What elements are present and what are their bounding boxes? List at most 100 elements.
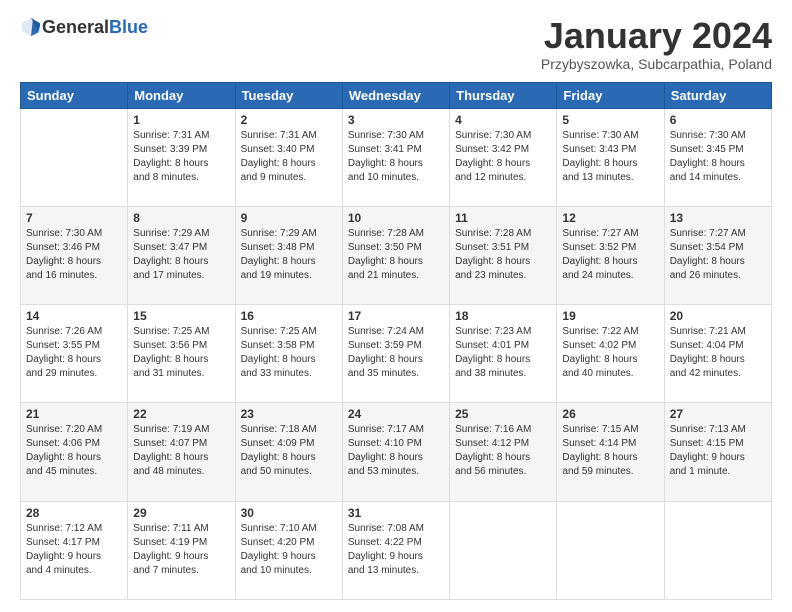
day-number: 9 [241, 211, 337, 225]
header-row: SundayMondayTuesdayWednesdayThursdayFrid… [21, 82, 772, 108]
day-info: Sunrise: 7:30 AM Sunset: 3:46 PM Dayligh… [26, 227, 122, 283]
day-info: Sunrise: 7:23 AM Sunset: 4:01 PM Dayligh… [455, 325, 551, 381]
day-cell: 9 Sunrise: 7:29 AM Sunset: 3:48 PM Daylig… [235, 206, 342, 304]
week-row-1: 7 Sunrise: 7:30 AM Sunset: 3:46 PM Daylig… [21, 206, 772, 304]
day-number: 25 [455, 407, 551, 421]
logo-text: GeneralBlue [20, 16, 148, 38]
col-header-monday: Monday [128, 82, 235, 108]
day-number: 11 [455, 211, 551, 225]
week-row-4: 28 Sunrise: 7:12 AM Sunset: 4:17 PM Dayli… [21, 501, 772, 599]
day-cell: 7 Sunrise: 7:30 AM Sunset: 3:46 PM Daylig… [21, 206, 128, 304]
day-number: 3 [348, 113, 444, 127]
day-number: 6 [670, 113, 766, 127]
day-cell: 27 Sunrise: 7:13 AM Sunset: 4:15 PM Dayli… [664, 403, 771, 501]
day-info: Sunrise: 7:13 AM Sunset: 4:15 PM Dayligh… [670, 423, 766, 479]
day-cell [557, 501, 664, 599]
day-cell: 19 Sunrise: 7:22 AM Sunset: 4:02 PM Dayli… [557, 305, 664, 403]
day-number: 1 [133, 113, 229, 127]
day-number: 2 [241, 113, 337, 127]
day-cell: 25 Sunrise: 7:16 AM Sunset: 4:12 PM Dayli… [450, 403, 557, 501]
day-cell: 11 Sunrise: 7:28 AM Sunset: 3:51 PM Dayli… [450, 206, 557, 304]
day-info: Sunrise: 7:29 AM Sunset: 3:47 PM Dayligh… [133, 227, 229, 283]
day-cell: 13Sunrise: 7:27 AM Sunset: 3:54 PM Dayli… [664, 206, 771, 304]
subtitle: Przybyszowka, Subcarpathia, Poland [541, 56, 772, 72]
week-row-2: 14 Sunrise: 7:26 AM Sunset: 3:55 PM Dayli… [21, 305, 772, 403]
day-info: Sunrise: 7:30 AM Sunset: 3:42 PM Dayligh… [455, 129, 551, 185]
day-number: 4 [455, 113, 551, 127]
day-number: 19 [562, 309, 658, 323]
day-number: 30 [241, 506, 337, 520]
day-info: Sunrise: 7:22 AM Sunset: 4:02 PM Dayligh… [562, 325, 658, 381]
day-number: 31 [348, 506, 444, 520]
day-number: 27 [670, 407, 766, 421]
day-cell: 20Sunrise: 7:21 AM Sunset: 4:04 PM Dayli… [664, 305, 771, 403]
day-info: Sunrise: 7:10 AM Sunset: 4:20 PM Dayligh… [241, 522, 337, 578]
day-number: 12 [562, 211, 658, 225]
day-info: Sunrise: 7:19 AM Sunset: 4:07 PM Dayligh… [133, 423, 229, 479]
col-header-saturday: Saturday [664, 82, 771, 108]
logo-icon [20, 16, 42, 38]
day-cell: 24Sunrise: 7:17 AM Sunset: 4:10 PM Dayli… [342, 403, 449, 501]
day-number: 22 [133, 407, 229, 421]
day-info: Sunrise: 7:28 AM Sunset: 3:51 PM Dayligh… [455, 227, 551, 283]
day-number: 8 [133, 211, 229, 225]
day-cell: 28 Sunrise: 7:12 AM Sunset: 4:17 PM Dayli… [21, 501, 128, 599]
day-info: Sunrise: 7:12 AM Sunset: 4:17 PM Dayligh… [26, 522, 122, 578]
day-number: 10 [348, 211, 444, 225]
day-number: 29 [133, 506, 229, 520]
logo: GeneralBlue [20, 16, 148, 38]
day-cell: 21 Sunrise: 7:20 AM Sunset: 4:06 PM Dayli… [21, 403, 128, 501]
day-number: 15 [133, 309, 229, 323]
day-info: Sunrise: 7:08 AM Sunset: 4:22 PM Dayligh… [348, 522, 444, 578]
day-info: Sunrise: 7:25 AM Sunset: 3:58 PM Dayligh… [241, 325, 337, 381]
day-number: 21 [26, 407, 122, 421]
day-info: Sunrise: 7:11 AM Sunset: 4:19 PM Dayligh… [133, 522, 229, 578]
day-cell: 31 Sunrise: 7:08 AM Sunset: 4:22 PM Dayli… [342, 501, 449, 599]
day-info: Sunrise: 7:29 AM Sunset: 3:48 PM Dayligh… [241, 227, 337, 283]
day-cell [664, 501, 771, 599]
day-info: Sunrise: 7:25 AM Sunset: 3:56 PM Dayligh… [133, 325, 229, 381]
day-info: Sunrise: 7:24 AM Sunset: 3:59 PM Dayligh… [348, 325, 444, 381]
col-header-thursday: Thursday [450, 82, 557, 108]
title-block: January 2024 Przybyszowka, Subcarpathia,… [541, 16, 772, 72]
col-header-sunday: Sunday [21, 82, 128, 108]
day-number: 14 [26, 309, 122, 323]
day-number: 28 [26, 506, 122, 520]
day-info: Sunrise: 7:18 AM Sunset: 4:09 PM Dayligh… [241, 423, 337, 479]
week-row-3: 21 Sunrise: 7:20 AM Sunset: 4:06 PM Dayli… [21, 403, 772, 501]
day-number: 17 [348, 309, 444, 323]
day-cell: 14 Sunrise: 7:26 AM Sunset: 3:55 PM Dayli… [21, 305, 128, 403]
day-cell: 12 Sunrise: 7:27 AM Sunset: 3:52 PM Dayli… [557, 206, 664, 304]
day-number: 13 [670, 211, 766, 225]
day-number: 26 [562, 407, 658, 421]
day-number: 24 [348, 407, 444, 421]
day-cell: 23Sunrise: 7:18 AM Sunset: 4:09 PM Dayli… [235, 403, 342, 501]
day-cell: 4 Sunrise: 7:30 AM Sunset: 3:42 PM Daylig… [450, 108, 557, 206]
week-row-0: 1Sunrise: 7:31 AM Sunset: 3:39 PM Daylig… [21, 108, 772, 206]
month-title: January 2024 [541, 16, 772, 56]
day-cell: 2Sunrise: 7:31 AM Sunset: 3:40 PM Daylig… [235, 108, 342, 206]
day-number: 7 [26, 211, 122, 225]
day-cell: 5Sunrise: 7:30 AM Sunset: 3:43 PM Daylig… [557, 108, 664, 206]
day-cell: 3 Sunrise: 7:30 AM Sunset: 3:41 PM Daylig… [342, 108, 449, 206]
day-cell: 1Sunrise: 7:31 AM Sunset: 3:39 PM Daylig… [128, 108, 235, 206]
day-info: Sunrise: 7:15 AM Sunset: 4:14 PM Dayligh… [562, 423, 658, 479]
day-cell: 8 Sunrise: 7:29 AM Sunset: 3:47 PM Daylig… [128, 206, 235, 304]
day-cell: 17 Sunrise: 7:24 AM Sunset: 3:59 PM Dayli… [342, 305, 449, 403]
day-cell: 26 Sunrise: 7:15 AM Sunset: 4:14 PM Dayli… [557, 403, 664, 501]
day-cell: 22 Sunrise: 7:19 AM Sunset: 4:07 PM Dayli… [128, 403, 235, 501]
day-cell: 29 Sunrise: 7:11 AM Sunset: 4:19 PM Dayli… [128, 501, 235, 599]
day-info: Sunrise: 7:27 AM Sunset: 3:52 PM Dayligh… [562, 227, 658, 283]
day-info: Sunrise: 7:26 AM Sunset: 3:55 PM Dayligh… [26, 325, 122, 381]
day-number: 20 [670, 309, 766, 323]
day-info: Sunrise: 7:30 AM Sunset: 3:41 PM Dayligh… [348, 129, 444, 185]
day-cell [21, 108, 128, 206]
header: GeneralBlue January 2024 Przybyszowka, S… [20, 16, 772, 72]
col-header-tuesday: Tuesday [235, 82, 342, 108]
logo-blue: Blue [109, 17, 148, 38]
day-info: Sunrise: 7:20 AM Sunset: 4:06 PM Dayligh… [26, 423, 122, 479]
day-info: Sunrise: 7:28 AM Sunset: 3:50 PM Dayligh… [348, 227, 444, 283]
day-info: Sunrise: 7:16 AM Sunset: 4:12 PM Dayligh… [455, 423, 551, 479]
day-cell: 15 Sunrise: 7:25 AM Sunset: 3:56 PM Dayli… [128, 305, 235, 403]
calendar-table: SundayMondayTuesdayWednesdayThursdayFrid… [20, 82, 772, 600]
